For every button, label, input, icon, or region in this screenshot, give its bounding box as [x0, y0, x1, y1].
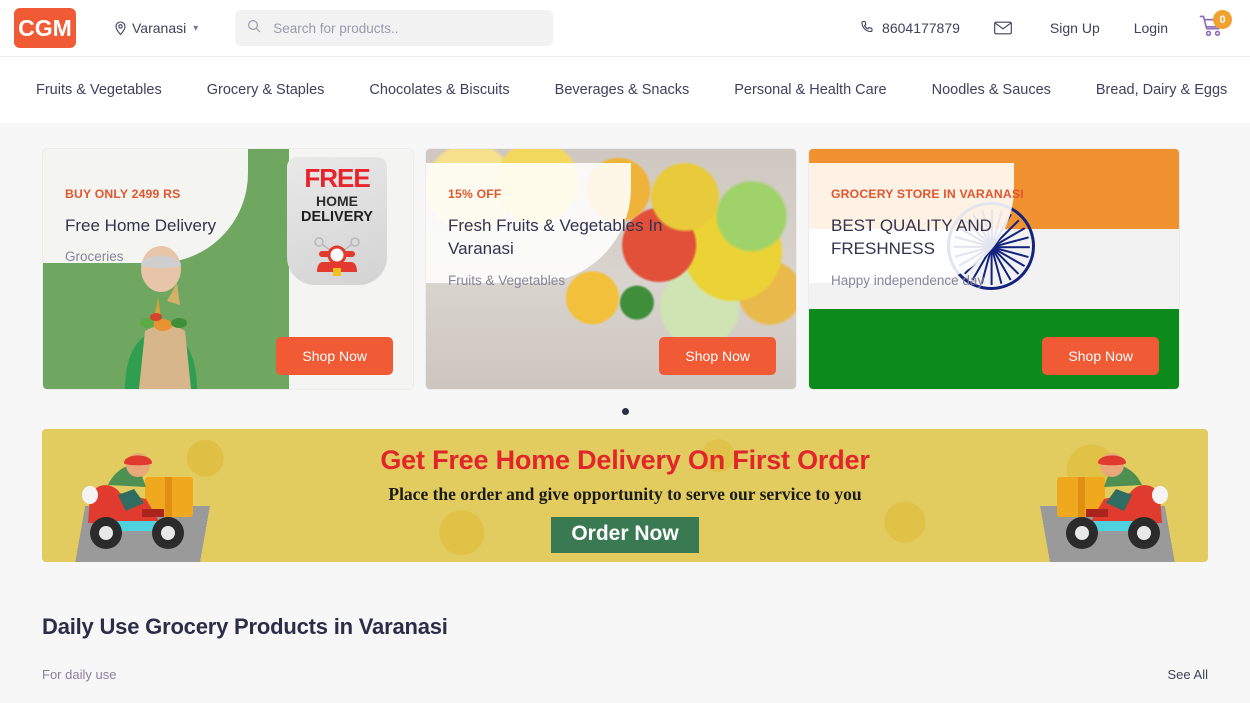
- banner-tag: GROCERY STORE IN VARANASI: [831, 187, 1024, 201]
- nav-item-noodles-sauces[interactable]: Noodles & Sauces: [932, 82, 1051, 98]
- cart-count-badge: 0: [1213, 10, 1232, 29]
- location-label: Varanasi: [132, 20, 187, 36]
- banner-title: Fresh Fruits & Vegetables In Varanasi: [448, 216, 663, 259]
- banner-card-free-home-delivery[interactable]: FREE HOME DELIVERY BUY ONLY 2499 RS Free…: [42, 148, 414, 390]
- shop-now-button[interactable]: Shop Now: [276, 337, 393, 375]
- free-home-delivery-badge: FREE HOME DELIVERY: [287, 157, 387, 285]
- header-actions: 8604177879 Sign Up Login 0: [860, 10, 1232, 43]
- carousel-dot-1[interactable]: [621, 408, 629, 415]
- site-header: CGM Varanasi ▾ 8604177879 Sign Up Login: [0, 0, 1250, 56]
- promo-text-block: Get Free Home Delivery On First Order Pl…: [42, 445, 1208, 553]
- banner-card-fresh-fruits[interactable]: 15% OFF Fresh Fruits & Vegetables In Var…: [425, 148, 797, 390]
- banner-tag: BUY ONLY 2499 RS: [65, 187, 181, 201]
- login-link[interactable]: Login: [1134, 20, 1168, 36]
- badge-line-1: FREE: [304, 163, 370, 193]
- banner-subtitle: Happy independence day: [831, 272, 985, 288]
- brand-logo[interactable]: CGM: [14, 8, 76, 48]
- main-content: FREE HOME DELIVERY BUY ONLY 2499 RS Free…: [0, 123, 1250, 682]
- phone-number: 8604177879: [882, 20, 960, 36]
- banner-card-2-text: 15% OFF Fresh Fruits & Vegetables In Var…: [448, 187, 698, 288]
- nav-item-fruits-vegetables[interactable]: Fruits & Vegetables: [36, 82, 162, 98]
- nav-item-grocery-staples[interactable]: Grocery & Staples: [207, 82, 325, 98]
- section-subheader-row: For daily use See All: [42, 667, 1208, 682]
- nav-item-beverages-snacks[interactable]: Beverages & Snacks: [555, 82, 690, 98]
- phone-icon: [860, 20, 874, 37]
- search-icon: [247, 19, 261, 38]
- brand-logo-text: CGM: [18, 14, 72, 41]
- badge-line-2: HOME: [316, 193, 358, 209]
- banner-card-best-quality[interactable]: GROCERY STORE IN VARANASI BEST QUALITY A…: [808, 148, 1180, 390]
- nav-item-chocolates-biscuits[interactable]: Chocolates & Biscuits: [369, 82, 509, 98]
- location-pin-icon: [114, 20, 127, 36]
- badge-line-3: DELIVERY: [301, 208, 373, 225]
- section-subtitle: For daily use: [42, 667, 117, 682]
- daily-use-section: Daily Use Grocery Products in Varanasi F…: [0, 562, 1250, 682]
- sign-up-link[interactable]: Sign Up: [1050, 20, 1100, 36]
- promo-heading: Get Free Home Delivery On First Order: [380, 445, 870, 475]
- banner-title: BEST QUALITY AND FRESHNESS: [831, 216, 992, 259]
- shop-now-button[interactable]: Shop Now: [1042, 337, 1159, 375]
- search-bar[interactable]: [235, 10, 554, 46]
- chevron-down-icon: ▾: [193, 22, 199, 34]
- carousel-dots: [0, 390, 1250, 429]
- cart-button[interactable]: 0: [1198, 10, 1232, 43]
- banner-subtitle: Groceries: [65, 249, 124, 265]
- banner-tag: 15% OFF: [448, 187, 502, 201]
- section-title: Daily Use Grocery Products in Varanasi: [42, 614, 448, 639]
- nav-item-bread-dairy-eggs[interactable]: Bread, Dairy & Eggs: [1096, 82, 1227, 98]
- promo-subheading: Place the order and give opportunity to …: [388, 484, 862, 504]
- envelope-icon[interactable]: [994, 21, 1012, 35]
- nav-item-personal-health-care[interactable]: Personal & Health Care: [734, 82, 886, 98]
- search-input[interactable]: [271, 19, 542, 37]
- shop-now-button[interactable]: Shop Now: [659, 337, 776, 375]
- banner-card-3-text: GROCERY STORE IN VARANASI BEST QUALITY A…: [831, 187, 1081, 288]
- banner-card-1-text: BUY ONLY 2499 RS Free Home Delivery Groc…: [65, 187, 216, 264]
- location-selector[interactable]: Varanasi ▾: [114, 20, 198, 36]
- scooter-icon: [314, 236, 360, 276]
- phone-link[interactable]: 8604177879: [860, 20, 960, 37]
- banner-title: Free Home Delivery: [65, 216, 217, 235]
- promo-banner-order-now[interactable]: Get Free Home Delivery On First Order Pl…: [42, 429, 1208, 562]
- order-now-button[interactable]: Order Now: [551, 517, 699, 553]
- category-nav: Fruits & Vegetables Grocery & Staples Ch…: [0, 56, 1250, 123]
- see-all-link[interactable]: See All: [1168, 667, 1208, 682]
- banner-subtitle: Fruits & Vegetables: [448, 272, 566, 288]
- banner-carousel: FREE HOME DELIVERY BUY ONLY 2499 RS Free…: [0, 123, 1250, 390]
